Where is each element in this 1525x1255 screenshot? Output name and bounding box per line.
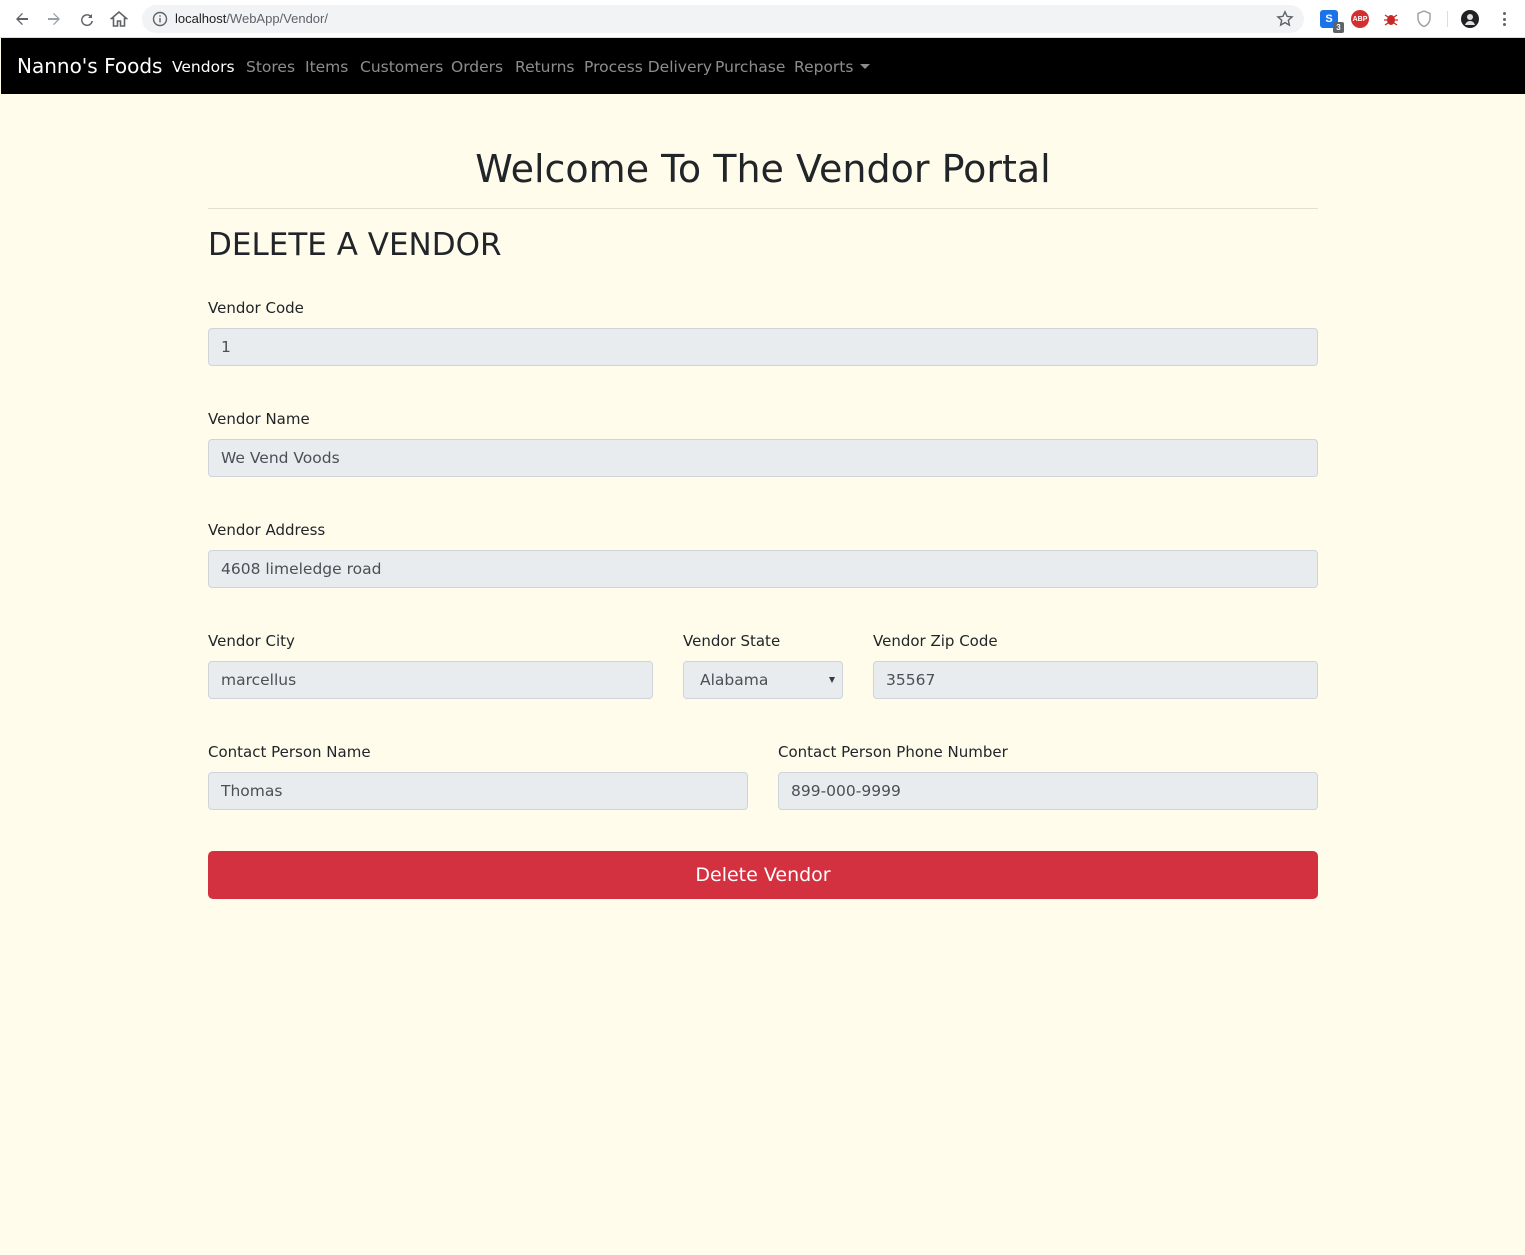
nav-item-process-delivery[interactable]: Process Delivery — [584, 58, 712, 76]
vendor-name-label: Vendor Name — [208, 410, 310, 428]
page-title: Welcome To The Vendor Portal — [475, 147, 1051, 191]
nav-item-orders[interactable]: Orders — [451, 58, 503, 76]
vendor-name-field[interactable]: We Vend Voods — [208, 439, 1318, 477]
delete-vendor-button[interactable]: Delete Vendor — [208, 851, 1318, 899]
vendor-code-field[interactable]: 1 — [208, 328, 1318, 366]
back-arrow-icon[interactable] — [12, 9, 32, 29]
url-text[interactable]: localhost/WebApp/Vendor/ — [175, 11, 328, 26]
nav-item-reports-label: Reports — [794, 58, 854, 76]
contact-name-field[interactable]: Thomas — [208, 772, 748, 810]
skype-extension-icon[interactable]: S 3 — [1320, 10, 1344, 33]
brand-logo-text[interactable]: Nanno's Foods — [17, 54, 162, 78]
nav-item-returns[interactable]: Returns — [515, 58, 575, 76]
bug-extension-icon[interactable] — [1382, 10, 1400, 28]
vendor-state-value: Alabama — [700, 671, 769, 689]
vendor-code-label: Vendor Code — [208, 299, 304, 317]
vendor-zip-label: Vendor Zip Code — [873, 632, 998, 650]
extension-s-label: S — [1325, 13, 1333, 25]
nav-item-purchase[interactable]: Purchase — [715, 58, 785, 76]
vendor-city-field[interactable]: marcellus — [208, 661, 653, 699]
vendor-address-label: Vendor Address — [208, 521, 326, 539]
url-path: /WebApp/Vendor/ — [226, 11, 328, 26]
bookmark-star-icon[interactable] — [1276, 10, 1294, 28]
forward-arrow-icon[interactable] — [44, 9, 64, 29]
shield-extension-icon[interactable] — [1415, 10, 1433, 28]
nav-item-customers[interactable]: Customers — [360, 58, 443, 76]
profile-avatar-icon[interactable] — [1461, 10, 1479, 28]
caret-down-icon — [860, 64, 871, 69]
vendor-address-field[interactable]: 4608 limeledge road — [208, 550, 1318, 588]
vendor-state-select[interactable]: Alabama — [683, 661, 843, 699]
extension-abp-label: ABP — [1352, 15, 1368, 23]
contact-phone-label: Contact Person Phone Number — [778, 743, 1008, 761]
contact-phone-field[interactable]: 899-000-9999 — [778, 772, 1318, 810]
select-arrow-icon — [829, 677, 835, 683]
vendor-zip-field[interactable]: 35567 — [873, 661, 1318, 699]
info-icon[interactable] — [152, 11, 168, 27]
contact-name-label: Contact Person Name — [208, 743, 371, 761]
nav-item-reports-dropdown[interactable]: Reports — [794, 58, 871, 76]
top-navbar: Nanno's Foods Vendors Stores Items Custo… — [1, 38, 1525, 94]
title-divider — [208, 208, 1318, 209]
reload-icon[interactable] — [77, 9, 97, 29]
home-icon[interactable] — [109, 9, 129, 29]
vendor-city-label: Vendor City — [208, 632, 295, 650]
section-title: DELETE A VENDOR — [208, 227, 502, 263]
toolbar-divider — [1447, 11, 1448, 27]
nav-item-vendors[interactable]: Vendors — [172, 58, 235, 76]
address-bar[interactable]: localhost/WebApp/Vendor/ — [142, 5, 1304, 33]
browser-menu-icon[interactable] — [1495, 10, 1513, 28]
nav-item-stores[interactable]: Stores — [246, 58, 295, 76]
adblock-extension-icon[interactable]: ABP — [1351, 10, 1369, 28]
vendor-state-label: Vendor State — [683, 632, 781, 650]
extension-badge: 3 — [1333, 22, 1344, 33]
browser-toolbar: localhost/WebApp/Vendor/ S 3 ABP — [0, 0, 1525, 38]
url-host: localhost — [175, 11, 227, 26]
nav-item-items[interactable]: Items — [305, 58, 348, 76]
